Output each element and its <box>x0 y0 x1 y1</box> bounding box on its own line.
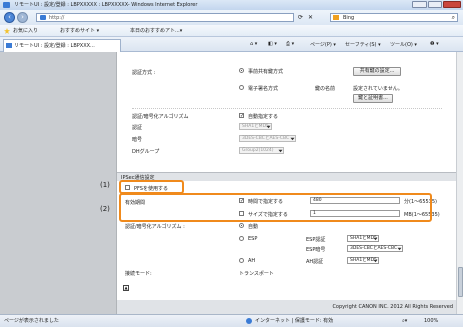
callout-2-highlight <box>119 193 432 222</box>
divider <box>132 108 442 109</box>
status-bar: ページが表示されました インターネット | 保護モード: 有効 ⌕▾ 100% <box>0 314 463 327</box>
ah-radio[interactable] <box>239 258 244 263</box>
ah-label: AH <box>248 258 256 264</box>
key-register-button[interactable]: 鍵と証明書... <box>353 94 393 103</box>
favorites-item-today[interactable]: 本日のおすすめアト...▾ <box>130 25 182 37</box>
globe-icon <box>246 318 252 324</box>
favorites-button[interactable]: お気に入り <box>13 25 38 37</box>
minimize-button[interactable] <box>412 1 427 8</box>
refresh-icon[interactable]: ⟳ <box>298 14 303 21</box>
esp-auth-select[interactable]: SHA1とMD5 <box>347 235 379 242</box>
bing-icon <box>333 15 339 20</box>
chevron-down-icon <box>397 247 402 251</box>
ipsec-auto-radio[interactable] <box>239 223 244 228</box>
stop-icon[interactable]: ✕ <box>308 14 313 21</box>
copyright: Copyright CANON INC. 2012 All Rights Res… <box>332 304 453 310</box>
window-titlebar: リモートUI : 設定/登録 : LBPXXXXX : LBPXXXXX- Wi… <box>0 0 463 10</box>
favorites-item-recommended[interactable]: おすすめサイト ▾ <box>60 25 99 37</box>
scrollbar[interactable] <box>456 52 463 314</box>
chevron-down-icon <box>290 137 295 141</box>
esp-enc-select[interactable]: 3DES-CBCとAES-CBC <box>347 245 403 252</box>
ie-icon <box>3 2 10 8</box>
key-name-label: 鍵の名前 <box>315 86 336 92</box>
page-top-icon[interactable]: ▲ <box>123 285 129 291</box>
algo-auto-checkbox[interactable]: ✓ <box>239 113 244 119</box>
shared-key-button[interactable]: 共有鍵の設定... <box>353 67 401 76</box>
tools-menu[interactable]: ツール(O) ▾ <box>390 41 417 48</box>
back-icon[interactable]: ‹ <box>4 12 15 23</box>
favorites-bar: お気に入り おすすめサイト ▾ 本日のおすすめアト...▾ <box>0 25 463 37</box>
chevron-down-icon <box>278 149 283 153</box>
algo-auto-label: 自動指定する <box>248 114 279 120</box>
print-icon[interactable]: ⎙ ▾ <box>286 41 294 47</box>
esp-label: ESP <box>248 236 258 242</box>
esp-radio[interactable] <box>239 236 244 241</box>
algo-auth-select[interactable]: SHA1とMD5 <box>239 123 272 130</box>
help-menu[interactable]: ❷ ▾ <box>430 41 439 47</box>
scrollbar-thumb[interactable] <box>458 267 463 297</box>
shared-key-label: 事前共有鍵方式 <box>248 69 284 75</box>
conn-mode-value: トランスポート <box>239 271 274 277</box>
ipsec-auto-label: 自動 <box>248 224 259 230</box>
algo-dh-label: DHグループ <box>132 149 160 155</box>
tab-page-icon <box>6 43 12 48</box>
shared-key-radio[interactable] <box>239 68 244 73</box>
conn-mode-label: 接続モード: <box>125 271 152 277</box>
callout-1-label: (1) <box>100 181 110 189</box>
digital-sig-radio[interactable] <box>239 85 244 90</box>
maximize-button[interactable] <box>428 1 442 8</box>
content-area: 認証方式 : 事前共有鍵方式 共有鍵の設定... 電子署名方式 鍵の名前 設定さ… <box>0 52 463 314</box>
callout-1-highlight <box>119 180 184 194</box>
esp-enc-label: ESP暗号 <box>306 247 326 253</box>
key-status: 設定されていません。 <box>353 86 403 92</box>
callout-2-label: (2) <box>100 205 110 213</box>
page-icon <box>40 15 46 20</box>
algo-title: 認証/暗号化アルゴリズム <box>132 114 189 120</box>
search-icon[interactable]: ⌕ <box>452 14 455 22</box>
close-button[interactable] <box>443 1 461 8</box>
favorites-star-icon[interactable] <box>4 28 10 34</box>
home-icon[interactable]: ⌂ ▾ <box>250 41 257 47</box>
algo-dh-select[interactable]: Group2(1024) <box>239 147 284 154</box>
search-input[interactable]: Bing ⌕ <box>330 13 458 22</box>
zoom-level[interactable]: 100% <box>424 315 438 327</box>
ah-auth-select[interactable]: SHA1とMD5 <box>347 257 379 264</box>
address-bar: ‹ › http:// ⟳ ✕ Bing ⌕ <box>0 10 463 25</box>
footer: Copyright CANON INC. 2012 All Rights Res… <box>117 300 457 314</box>
zoom-icon[interactable]: ⌕▾ <box>402 315 407 327</box>
auth-method-label: 認証方式 : <box>132 70 156 76</box>
digital-sig-label: 電子署名方式 <box>248 86 279 92</box>
window-title: リモートUI : 設定/登録 : LBPXXXXX : LBPXXXXX- Wi… <box>14 2 198 8</box>
tab-remote-ui[interactable]: リモートUI : 設定/登録 : LBPXXX... <box>3 39 121 52</box>
algo-auth-label: 認証 <box>132 125 143 131</box>
ipsec-algo-label: 認証/暗号化アルゴリズム : <box>125 224 185 230</box>
safety-menu[interactable]: セーフティ(S) ▾ <box>345 41 381 48</box>
status-text: ページが表示されました <box>4 318 59 324</box>
forward-icon[interactable]: › <box>17 12 28 23</box>
algo-enc-label: 暗号 <box>132 137 143 143</box>
security-zone: インターネット | 保護モード: 有効 <box>255 318 334 324</box>
url-input[interactable]: http:// <box>36 13 294 22</box>
feeds-icon[interactable]: ◧ ▾ <box>268 41 277 47</box>
page-menu[interactable]: ページ(P) ▾ <box>310 41 336 48</box>
tab-bar: リモートUI : 設定/登録 : LBPXXX... ⌂ ▾ ◧ ▾ ⎙ ▾ ペ… <box>0 37 463 52</box>
ah-auth-label: AH認証 <box>306 259 324 265</box>
algo-enc-select[interactable]: 3DES-CBCとAES-CBC <box>239 135 296 142</box>
esp-auth-label: ESP認証 <box>306 237 326 243</box>
